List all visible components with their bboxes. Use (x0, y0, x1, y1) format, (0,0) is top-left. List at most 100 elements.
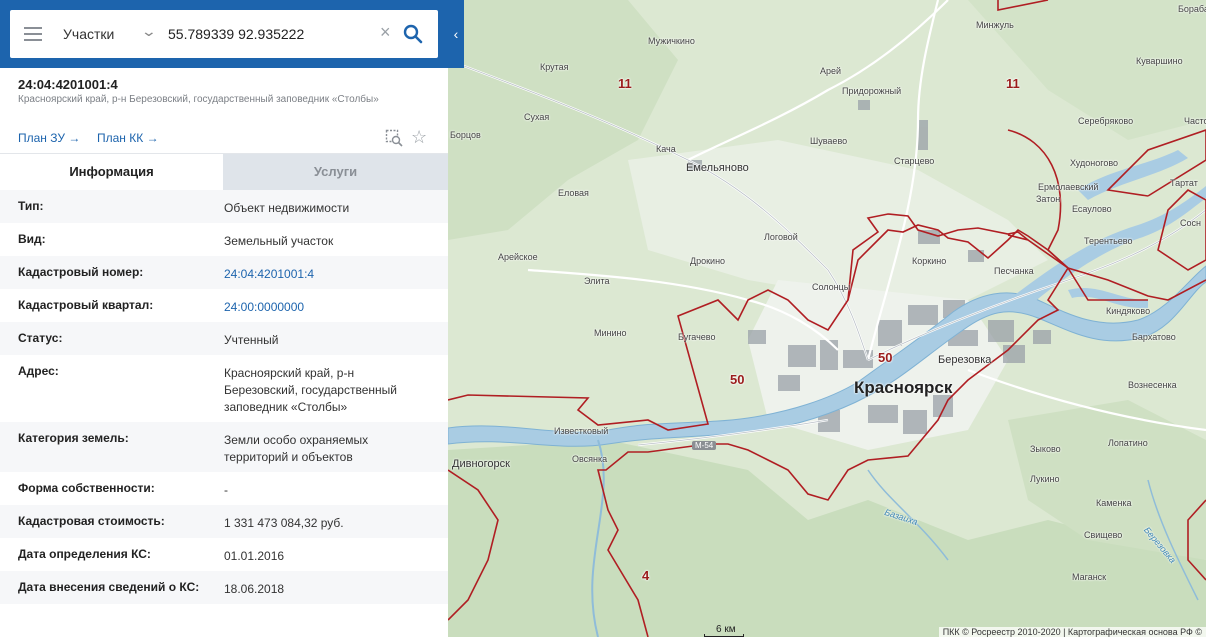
info-key: Статус: (18, 331, 63, 345)
info-value: 01.01.2016 (224, 549, 285, 563)
cadastral-quarter-link[interactable]: 24:00:0000000 (224, 299, 429, 316)
info-row: Вид: Земельный участок (0, 223, 448, 256)
info-value: Красноярский край, р-н Березовский, госу… (224, 366, 397, 414)
tabs: Информация Услуги (0, 153, 448, 191)
place-label: Крутая (540, 62, 569, 72)
close-icon[interactable]: × (380, 22, 391, 43)
tab-info[interactable]: Информация (0, 154, 223, 191)
info-key: Адрес: (18, 364, 59, 378)
info-value: 1 331 473 084,32 руб. (224, 516, 344, 530)
info-row: Адрес: Красноярский край, р-н Березовски… (0, 355, 448, 422)
place-label: Еловая (558, 188, 589, 198)
info-value: 18.06.2018 (224, 582, 285, 596)
object-address: Красноярский край, р-н Березовский, госу… (18, 94, 379, 105)
place-label: Коркино (912, 256, 947, 266)
place-label: Сухая (524, 112, 550, 122)
info-value: Объект недвижимости (224, 201, 350, 215)
zoom-to-object-icon[interactable] (385, 129, 403, 147)
info-value: Земли особо охраняемых территорий и объе… (224, 433, 369, 464)
place-label: Минжуль (976, 20, 1014, 30)
search-input[interactable] (168, 23, 373, 45)
info-table: Тип: Объект недвижимости Вид: Земельный … (0, 190, 448, 604)
copyright-label: ПКК © Росреестр 2010-2020 | Картографиче… (938, 627, 1206, 637)
place-label: Известковый (554, 426, 609, 436)
place-label: Лукино (1030, 474, 1060, 484)
search-type-select[interactable]: Участки (63, 26, 114, 42)
place-label: Киндяково (1106, 306, 1151, 316)
info-key: Форма собственности: (18, 481, 155, 495)
menu-icon[interactable] (24, 27, 42, 41)
place-label: Арейское (498, 252, 538, 262)
tab-services[interactable]: Услуги (223, 154, 448, 191)
place-label: Серебряково (1078, 116, 1134, 126)
zone-label: 11 (618, 76, 632, 91)
info-row: Дата внесения сведений о КС: 18.06.2018 (0, 571, 448, 604)
place-label: Зыково (1030, 444, 1061, 454)
zone-label: 50 (730, 372, 745, 387)
place-label: Тартат (1170, 178, 1198, 188)
info-key: Кадастровый квартал: (18, 298, 154, 312)
info-key: Кадастровый номер: (18, 265, 144, 279)
place-label: Бораба (1178, 4, 1206, 14)
place-label: Борцов (450, 130, 481, 140)
info-row: Кадастровый квартал: 24:00:0000000 (0, 289, 448, 322)
info-key: Тип: (18, 199, 44, 213)
road-label: М-54 (692, 441, 717, 450)
info-value: Учтенный (224, 333, 279, 347)
place-label: Бугачево (678, 332, 716, 342)
place-label: Затон (1036, 194, 1061, 204)
place-label: Минино (594, 328, 627, 338)
cadastral-number-link[interactable]: 24:04:4201001:4 (224, 266, 429, 283)
place-label: Терентьево (1084, 236, 1133, 246)
info-row: Статус: Учтенный (0, 322, 448, 355)
place-label: Арей (820, 66, 842, 76)
place-label: Лопатино (1108, 438, 1148, 448)
place-label: Ермолаевский (1038, 182, 1099, 192)
place-label: Солонцы (812, 282, 851, 292)
info-row: Тип: Объект недвижимости (0, 190, 448, 223)
chevron-down-icon[interactable]: ⌄ (141, 23, 157, 40)
place-label: Шуваево (810, 136, 848, 146)
map-view[interactable]: Бораба Минжуль Кувар­шино Мужичкино Крут… (448, 0, 1206, 637)
place-label: Придорожный (842, 86, 902, 96)
zone-label: 4 (642, 568, 650, 583)
place-label: Кача (656, 144, 676, 154)
place-label: Маганск (1072, 572, 1107, 582)
place-label: Дрокино (690, 256, 726, 266)
place-label: Дивногорск (452, 458, 510, 470)
place-label: Худоногово (1070, 158, 1119, 168)
search-box: Участки ⌄ × (10, 10, 438, 58)
object-title: 24:04:4201001:4 (18, 77, 118, 92)
place-label: Часто (1184, 116, 1206, 126)
info-key: Вид: (18, 232, 46, 246)
search-icon[interactable] (403, 24, 423, 44)
chevron-left-icon[interactable]: ‹ (448, 0, 464, 68)
city-label: Красноярск (854, 378, 953, 397)
place-label: Бархатово (1132, 332, 1176, 342)
place-label: Вознесенка (1128, 380, 1177, 390)
info-row: Форма собственности: - (0, 472, 448, 505)
info-row: Кадастровая стоимость: 1 331 473 084,32 … (0, 505, 448, 538)
place-label: Кувар­шино (1136, 56, 1183, 66)
info-key: Кадастровая стоимость: (18, 514, 165, 528)
place-label: Песчанка (994, 266, 1034, 276)
place-label: Каменка (1096, 498, 1132, 508)
object-info-panel: 24:04:4201001:4 Красноярский край, р-н Б… (0, 68, 448, 637)
place-label: Есаулово (1072, 204, 1112, 214)
search-bar: Участки ⌄ × (0, 0, 464, 68)
info-key: Дата определения КС: (18, 547, 151, 561)
place-label: Сосн (1180, 218, 1201, 228)
info-key: Категория земель: (18, 431, 129, 445)
zone-label: 50 (878, 350, 893, 365)
place-label: Элита (584, 276, 610, 286)
plan-kk-link[interactable]: План КК → (97, 131, 159, 145)
scale-label: 6 км (716, 624, 736, 635)
map-canvas[interactable] (448, 0, 1206, 637)
place-label: Старцево (894, 156, 935, 166)
star-icon[interactable]: ☆ (411, 127, 427, 148)
plan-zu-link[interactable]: План ЗУ → (18, 131, 80, 145)
info-row: Дата определения КС: 01.01.2016 (0, 538, 448, 571)
info-value: Земельный участок (224, 234, 334, 248)
place-label: Березовка (938, 354, 992, 366)
place-label: Мужичкино (648, 36, 695, 46)
